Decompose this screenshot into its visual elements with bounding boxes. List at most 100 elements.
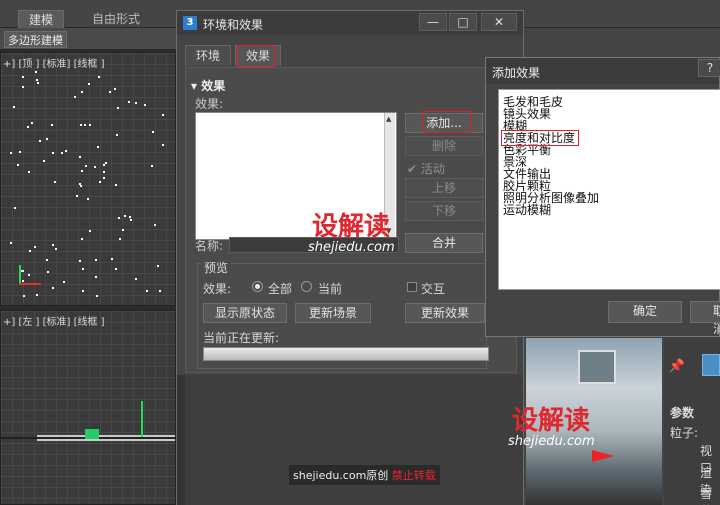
snow-particle <box>97 146 99 148</box>
snow-particle <box>146 290 148 292</box>
tab-modeling[interactable]: 建模 <box>18 10 65 28</box>
minimize-button[interactable]: — <box>419 13 447 31</box>
dialog-titlebar[interactable]: 3 环境和效果 — □ ✕ <box>177 11 523 35</box>
tab-environment[interactable]: 环境 <box>185 45 232 66</box>
show-original-button[interactable]: 显示原状态 <box>203 303 287 323</box>
interactive-checkbox[interactable] <box>407 282 417 292</box>
watermark-domain: shejiedu.com <box>308 240 395 255</box>
radio-current-label: 当前 <box>318 282 343 296</box>
snow-particle <box>135 102 137 104</box>
watermark-banner-warning: 禁止转载 <box>391 469 436 482</box>
snow-particle <box>82 290 84 292</box>
add-dialog-title: 添加效果 <box>492 66 541 80</box>
snow-particle <box>36 79 38 81</box>
snow-particle <box>55 248 57 250</box>
snow-particle <box>52 244 54 246</box>
update-progress-bar <box>203 347 489 361</box>
currently-updating-label: 当前正在更新: <box>203 331 280 345</box>
dialog-left-strip <box>177 375 185 505</box>
snow-particle <box>54 181 56 183</box>
snow-particle <box>65 150 67 152</box>
watermark-logo-text: 设解读 <box>312 212 391 242</box>
snow-particle <box>118 217 120 219</box>
active-checkbox[interactable]: ✔ 活动 <box>407 160 445 177</box>
pin-icon[interactable]: 📌 <box>668 358 686 376</box>
snow-particle <box>81 91 83 93</box>
watermark-logo-text-2: 设解读 <box>512 406 591 436</box>
snow-particle <box>103 164 105 166</box>
snow-particle <box>88 83 90 85</box>
snow-particle <box>81 238 83 240</box>
delete-effect-button[interactable]: 删除 <box>405 136 483 156</box>
watermark-banner: shejiedu.com原创 禁止转载 <box>289 465 440 485</box>
snow-particle <box>99 181 101 183</box>
snow-particle <box>116 134 118 136</box>
snow-particle <box>79 183 81 185</box>
snow-particle <box>80 124 82 126</box>
ok-button[interactable]: 确定 <box>608 301 682 323</box>
snow-particle <box>115 184 117 186</box>
snow-particle <box>47 271 49 273</box>
snow-particle <box>124 215 126 217</box>
dialog-lower-area <box>177 375 523 505</box>
update-effect-button[interactable]: 更新效果 <box>405 303 485 323</box>
snow-particle <box>157 265 159 267</box>
snow-particle <box>28 274 30 276</box>
effects-rollout-header[interactable]: ▾ 效果 <box>191 77 225 94</box>
highlight-box-effects-tab <box>237 45 275 67</box>
move-up-button[interactable]: 上移 <box>405 178 483 198</box>
snow-particle <box>103 177 105 179</box>
snow-particle <box>63 281 65 283</box>
radio-all[interactable] <box>252 281 263 292</box>
viewport-label[interactable]: +] [左 ] [标准] [线框 ] <box>3 313 105 328</box>
snow-particle <box>79 260 81 262</box>
snow-particle <box>81 170 83 172</box>
maximize-button[interactable]: □ <box>449 13 477 31</box>
move-down-button[interactable]: 下移 <box>405 201 483 221</box>
snow-particle <box>117 107 119 109</box>
watermark-domain-2: shejiedu.com <box>508 434 595 449</box>
snow-particle <box>135 278 137 280</box>
gizmo-dot <box>85 429 99 439</box>
render-red-marker <box>592 450 614 462</box>
snowflake-row-label: 雪花 <box>700 487 713 505</box>
snow-particle <box>19 151 21 153</box>
snow-particle <box>13 106 15 108</box>
close-button[interactable]: ✕ <box>481 13 517 31</box>
add-effect-dialog: 添加效果 ? 毛发和毛皮 镜头效果 模糊 亮度和对比度 色彩平衡 景深 文件输出… <box>485 57 720 337</box>
snow-particle <box>34 246 36 248</box>
list-item[interactable]: 运动模糊 <box>503 204 551 216</box>
tool-button[interactable] <box>702 354 720 376</box>
scroll-up-icon[interactable]: ▲ <box>386 115 391 123</box>
snow-particle <box>46 259 48 261</box>
viewport-left[interactable]: +] [左 ] [标准] [线框 ] <box>0 310 176 505</box>
snow-particle <box>111 258 113 260</box>
snow-particle <box>103 171 105 173</box>
snow-particle <box>14 207 16 209</box>
tab-freeform[interactable]: 自由形式 <box>82 10 150 28</box>
snow-particle <box>35 71 37 73</box>
help-icon[interactable]: ? <box>698 59 720 77</box>
viewport-label[interactable]: +] [顶 ] [标准] [线框 ] <box>3 55 105 70</box>
viewport-top[interactable]: +] [顶 ] [标准] [线框 ] <box>0 52 176 306</box>
snow-particle <box>144 104 146 106</box>
snow-particle <box>22 86 24 88</box>
update-scene-button[interactable]: 更新场景 <box>295 303 371 323</box>
snow-particle <box>105 162 107 164</box>
polygon-modeling-button[interactable]: 多边形建模 <box>4 31 67 48</box>
axis-line-y <box>141 401 143 437</box>
watermark-logo: 设解读 <box>312 206 390 243</box>
cancel-button[interactable]: 取消 <box>690 301 720 336</box>
radio-current[interactable] <box>301 281 312 292</box>
highlight-box-add-button <box>423 111 471 133</box>
effect-type-list[interactable]: 毛发和毛皮 镜头效果 模糊 亮度和对比度 色彩平衡 景深 文件输出 胶片颗粒 照… <box>498 89 720 290</box>
radio-all-label: 全部 <box>268 282 293 296</box>
snow-particle <box>87 198 89 200</box>
params-section-title[interactable]: 参数 <box>670 404 694 421</box>
snow-particle <box>114 88 116 90</box>
merge-button[interactable]: 合并 <box>405 233 483 253</box>
snow-particle <box>129 216 131 218</box>
add-dialog-titlebar[interactable]: 添加效果 ? <box>486 58 720 84</box>
watermark-banner-text: shejiedu.com原创 <box>293 469 389 482</box>
dialog-title: 环境和效果 <box>203 18 264 32</box>
